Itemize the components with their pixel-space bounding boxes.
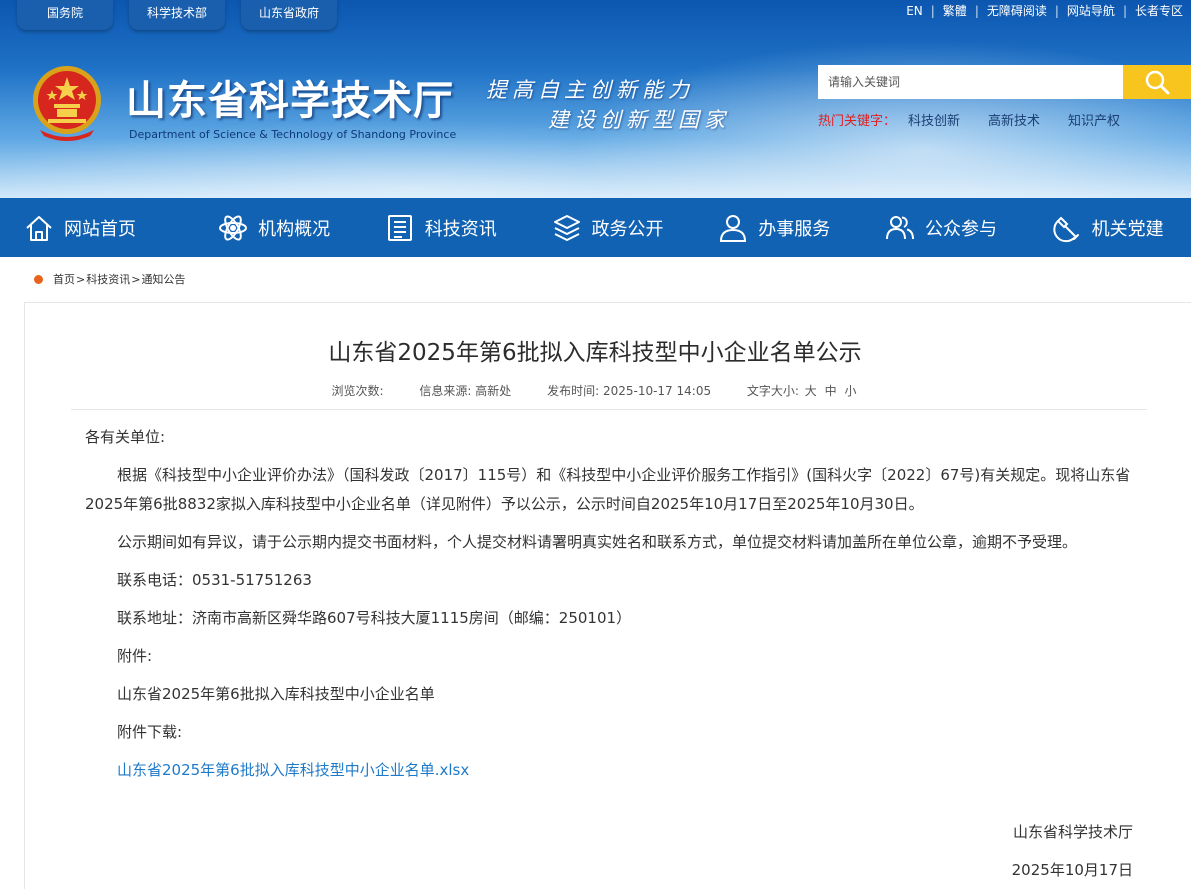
top-link-state-council[interactable]: 国务院 <box>17 0 113 30</box>
meta-divider <box>71 409 1147 410</box>
article-meta: 浏览次数: 信息来源: 高新处 发布时间: 2025-10-17 14:05 文… <box>25 382 1165 399</box>
document-list-icon <box>385 213 415 243</box>
search-button[interactable] <box>1123 65 1191 99</box>
search-input[interactable] <box>818 65 1123 99</box>
nav-item-home[interactable]: 网站首页 <box>0 198 191 257</box>
site-subtitle: Department of Science & Technology of Sh… <box>129 128 457 141</box>
meta-views: 浏览次数: <box>331 384 383 398</box>
breadcrumb: 首页 > 科技资讯 > 通知公告 <box>34 271 185 287</box>
hot-keyword-hightech[interactable]: 高新技术 <box>988 110 1040 129</box>
search-icon <box>1145 70 1170 95</box>
nav-item-organization[interactable]: 机构概况 <box>191 198 358 257</box>
meta-views-label: 浏览次数: <box>331 384 384 398</box>
nav-item-services[interactable]: 办事服务 <box>691 198 858 257</box>
signoff-organization: 山东省科学技术厅 <box>1012 823 1133 841</box>
slogan-line-1: 提高自主创新能力 <box>486 78 694 102</box>
nav-item-gov-affairs[interactable]: 政务公开 <box>524 198 691 257</box>
util-link-accessibility[interactable]: 无障碍阅读 <box>979 2 1055 19</box>
national-emblem-icon <box>33 66 101 141</box>
breadcrumb-news[interactable]: 科技资讯 <box>86 271 130 287</box>
hot-keyword-innovation[interactable]: 科技创新 <box>908 110 960 129</box>
meta-source-value: 高新处 <box>475 384 512 398</box>
paragraph-2: 公示期间如有异议，请于公示期内提交书面材料，个人提交材料请署明真实姓名和联系方式… <box>117 533 1078 551</box>
meta-fontsize-label: 文字大小: <box>746 384 799 398</box>
fontsize-medium-button[interactable]: 中 <box>825 384 837 398</box>
article-title: 山东省2025年第6批拟入库科技型中小企业名单公示 <box>328 340 862 366</box>
utility-links: EN | 繁體 | 无障碍阅读 | 网站导航 | 长者专区 <box>898 2 1191 19</box>
util-link-en[interactable]: EN <box>898 4 931 18</box>
nav-label-services: 办事服务 <box>758 218 831 240</box>
salutation: 各有关单位: <box>85 428 166 446</box>
article-body: 各有关单位: 根据《科技型中小企业评价办法》（国科发政〔2017〕115号）和《… <box>85 423 1135 794</box>
home-icon <box>24 213 54 243</box>
top-links: 国务院 科学技术部 山东省政府 <box>17 0 337 30</box>
meta-time-value: 2025-10-17 14:05 <box>602 384 712 398</box>
people-icon <box>885 213 915 243</box>
top-link-most[interactable]: 科学技术部 <box>129 0 225 30</box>
search-box <box>818 65 1191 99</box>
nav-item-news[interactable]: 科技资讯 <box>357 198 524 257</box>
fontsize-large-button[interactable]: 大 <box>805 384 817 398</box>
site-title: 山东省科学技术厅 <box>126 77 454 124</box>
contact-address: 联系地址：济南市高新区舜华路607号科技大厦1115房间（邮编：250101） <box>117 609 632 627</box>
main-nav: 网站首页 机构概况 科技资讯 政务公开 办事服务 公众参与 机关党建 <box>0 198 1191 257</box>
paragraph-1: 根据《科技型中小企业评价办法》（国科发政〔2017〕115号）和《科技型中小企业… <box>85 466 1131 513</box>
site-header: 国务院 科学技术部 山东省政府 EN | 繁體 | 无障碍阅读 | 网站导航 | 长者专… <box>0 0 1191 198</box>
person-icon <box>718 213 748 243</box>
util-link-elderly[interactable]: 长者专区 <box>1127 2 1191 19</box>
article-container: 山东省2025年第6批拟入库科技型中小企业名单公示 浏览次数: 信息来源: 高新… <box>24 302 1191 889</box>
util-link-traditional[interactable]: 繁體 <box>935 2 975 19</box>
nav-label-party-building: 机关党建 <box>1091 218 1164 240</box>
atom-icon <box>218 213 248 243</box>
hot-keywords-label: 热门关键字： <box>818 114 897 129</box>
breadcrumb-notices[interactable]: 通知公告 <box>141 271 185 287</box>
attachment-download-link[interactable]: 山东省2025年第6批拟入库科技型中小企业名单.xlsx <box>117 761 469 779</box>
attachment-label: 附件: <box>117 647 153 665</box>
meta-source-label: 信息来源: <box>419 384 472 398</box>
nav-label-gov-affairs: 政务公开 <box>591 218 664 240</box>
breadcrumb-separator: > <box>76 272 86 286</box>
breadcrumb-home[interactable]: 首页 <box>53 271 75 287</box>
party-emblem-icon <box>1052 213 1082 243</box>
util-link-sitemap[interactable]: 网站导航 <box>1059 2 1123 19</box>
meta-time: 发布时间: 2025-10-17 14:05 <box>547 384 711 398</box>
meta-fontsize: 文字大小: 大 中 小 <box>747 384 859 398</box>
nav-label-home: 网站首页 <box>64 218 136 240</box>
nav-item-participation[interactable]: 公众参与 <box>858 198 1025 257</box>
nav-label-news: 科技资讯 <box>424 218 497 240</box>
nav-label-organization: 机构概况 <box>258 218 331 240</box>
layers-icon <box>552 213 582 243</box>
breadcrumb-separator: > <box>131 272 141 286</box>
breadcrumb-dot-icon <box>34 274 43 284</box>
hot-keywords: 热门关键字： 科技创新 高新技术 知识产权 <box>818 110 1120 129</box>
hot-keyword-ip[interactable]: 知识产权 <box>1068 110 1120 129</box>
nav-item-party-building[interactable]: 机关党建 <box>1024 198 1191 257</box>
meta-source: 信息来源: 高新处 <box>419 384 511 398</box>
attachment-name: 山东省2025年第6批拟入库科技型中小企业名单 <box>117 685 435 703</box>
meta-time-label: 发布时间: <box>547 384 600 398</box>
nav-label-participation: 公众参与 <box>924 218 997 240</box>
signoff-date: 2025年10月17日 <box>1011 861 1133 879</box>
download-label: 附件下载: <box>117 723 183 741</box>
slogan-line-2: 建设创新型国家 <box>548 108 730 132</box>
fontsize-small-button[interactable]: 小 <box>844 384 856 398</box>
top-link-provincial-gov[interactable]: 山东省政府 <box>241 0 337 30</box>
contact-phone: 联系电话：0531-51751263 <box>117 571 312 589</box>
